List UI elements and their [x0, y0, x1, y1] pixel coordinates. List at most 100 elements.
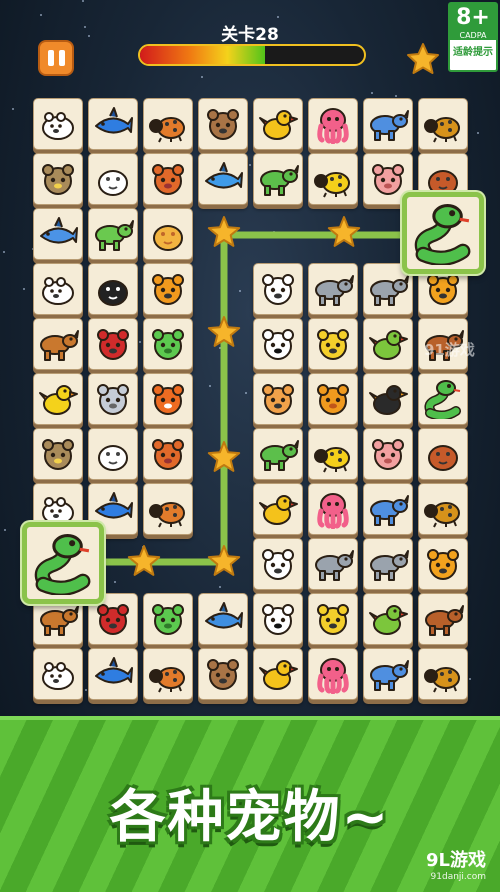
tile-octopus[interactable]: [308, 648, 358, 700]
tile-triceratops[interactable]: [253, 428, 303, 480]
tile-rhino[interactable]: [363, 648, 413, 700]
owl-icon: [42, 164, 74, 195]
monkey-icon: [262, 549, 294, 580]
toucan-icon: [369, 385, 408, 415]
ladybug-icon: [149, 667, 185, 693]
tile-ant[interactable]: [418, 98, 468, 150]
tile-ladybug[interactable]: [143, 98, 193, 150]
tile-bear[interactable]: [33, 263, 83, 315]
tile-chicken[interactable]: [253, 648, 303, 700]
tile-ladybug[interactable]: [143, 648, 193, 700]
selected-tile[interactable]: [22, 522, 104, 604]
octopus-icon: [317, 108, 349, 144]
ant-icon: [424, 117, 460, 143]
horse-icon: [40, 330, 79, 361]
promo-slogan: 各种宠物~: [109, 785, 391, 850]
whale-icon: [205, 602, 243, 629]
tile-frog[interactable]: [143, 593, 193, 645]
tile-owl[interactable]: [33, 153, 83, 205]
tile-fox[interactable]: [143, 373, 193, 425]
bear-icon: [42, 112, 74, 140]
raccoon-icon: [207, 109, 239, 140]
gorilla-icon: [97, 329, 129, 360]
selected-tile[interactable]: [402, 192, 484, 274]
tile-horse[interactable]: [33, 318, 83, 370]
tile-squirrel[interactable]: [143, 153, 193, 205]
tile-dog[interactable]: [418, 538, 468, 590]
tile-snail[interactable]: [143, 208, 193, 260]
tile-shark[interactable]: [88, 98, 138, 150]
tile-fish[interactable]: [33, 208, 83, 260]
tiger-icon: [152, 274, 184, 305]
pig-icon: [372, 164, 404, 195]
tile-ladybug[interactable]: [143, 483, 193, 535]
tile-pig[interactable]: [363, 428, 413, 480]
tile-bear[interactable]: [33, 648, 83, 700]
octopus-icon: [317, 493, 349, 529]
owl-icon: [42, 439, 74, 470]
tile-dolphin[interactable]: [198, 153, 248, 205]
tile-ant[interactable]: [418, 648, 468, 700]
tile-hippo[interactable]: [308, 538, 358, 590]
tile-dinosaur[interactable]: [88, 208, 138, 260]
tile-leopard[interactable]: [308, 593, 358, 645]
parrot-icon: [369, 605, 408, 635]
tile-bull[interactable]: [418, 593, 468, 645]
tile-bee[interactable]: [308, 153, 358, 205]
duck-icon: [39, 385, 78, 415]
tile-chicken[interactable]: [253, 98, 303, 150]
shark-icon: [95, 657, 133, 684]
tile-monkey[interactable]: [253, 263, 303, 315]
tile-penguin[interactable]: [88, 263, 138, 315]
tile-seal[interactable]: [88, 428, 138, 480]
tile-ant[interactable]: [418, 483, 468, 535]
dog-icon: [427, 274, 459, 305]
tile-cat[interactable]: [253, 373, 303, 425]
tile-frog[interactable]: [143, 318, 193, 370]
tile-leopard[interactable]: [308, 318, 358, 370]
tile-shark[interactable]: [88, 648, 138, 700]
tile-octopus[interactable]: [308, 483, 358, 535]
parrot-icon: [369, 330, 408, 360]
bear-icon: [42, 277, 74, 305]
tile-monkey[interactable]: [253, 538, 303, 590]
tile-parrot[interactable]: [363, 593, 413, 645]
tile-seal[interactable]: [88, 153, 138, 205]
tile-bee[interactable]: [308, 428, 358, 480]
tile-hedgehog[interactable]: [418, 428, 468, 480]
bull-icon: [425, 605, 464, 636]
tile-tiger[interactable]: [143, 263, 193, 315]
tile-rhino[interactable]: [363, 483, 413, 535]
tile-panda[interactable]: [253, 318, 303, 370]
horse-icon: [40, 605, 79, 636]
fox-icon: [152, 384, 184, 415]
tile-mouse[interactable]: [88, 373, 138, 425]
tile-gorilla[interactable]: [88, 318, 138, 370]
tile-triceratops[interactable]: [253, 153, 303, 205]
panda-icon: [262, 604, 294, 635]
tile-duck[interactable]: [33, 373, 83, 425]
tile-panda[interactable]: [253, 593, 303, 645]
tile-chicken[interactable]: [253, 483, 303, 535]
tile-parrot[interactable]: [363, 318, 413, 370]
tile-elephant[interactable]: [363, 538, 413, 590]
tile-squirrel[interactable]: [143, 428, 193, 480]
tile-raccoon[interactable]: [198, 648, 248, 700]
tile-hippo[interactable]: [308, 263, 358, 315]
elephant-icon: [370, 550, 409, 581]
tile-raccoon[interactable]: [198, 98, 248, 150]
tile-toucan[interactable]: [363, 373, 413, 425]
tile-bear[interactable]: [33, 98, 83, 150]
rhino-icon: [370, 110, 409, 141]
hippo-icon: [315, 550, 354, 581]
tile-lion[interactable]: [308, 373, 358, 425]
tile-rhino[interactable]: [363, 98, 413, 150]
tile-snake[interactable]: [418, 373, 468, 425]
tile-owl[interactable]: [33, 428, 83, 480]
monkey-icon: [262, 274, 294, 305]
panda-icon: [262, 329, 294, 360]
tile-octopus[interactable]: [308, 98, 358, 150]
tile-whale[interactable]: [198, 593, 248, 645]
triceratops-icon: [260, 165, 299, 196]
snake-icon: [424, 380, 461, 419]
